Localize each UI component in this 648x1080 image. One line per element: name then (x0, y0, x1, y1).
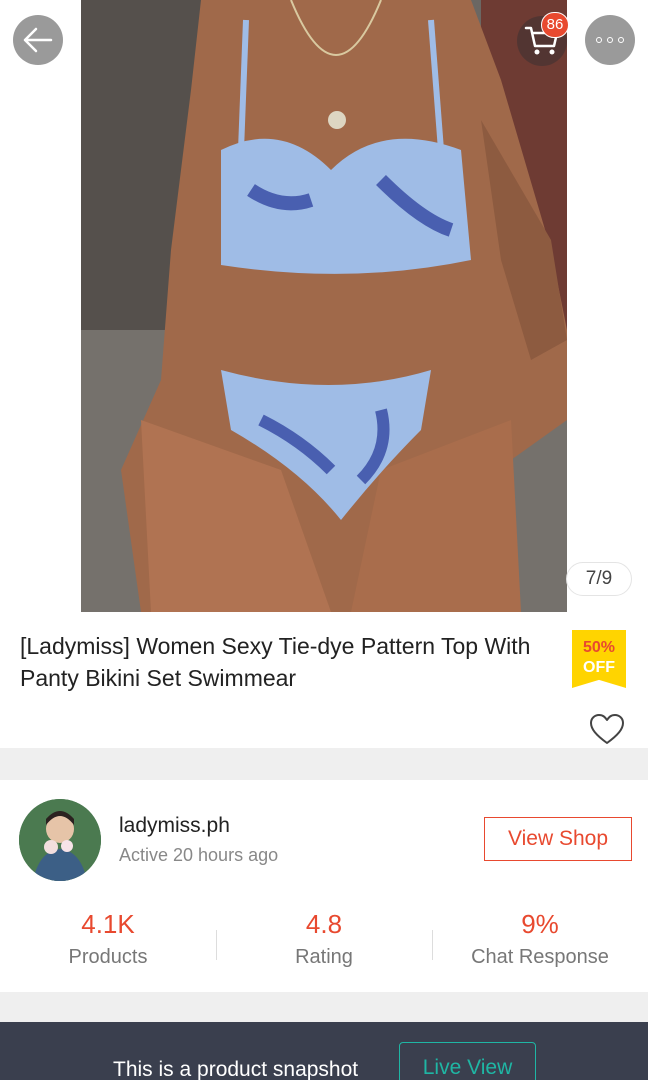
image-counter: 7/9 (566, 562, 632, 596)
product-image-gallery[interactable]: 86 7/9 (0, 0, 648, 612)
shop-avatar-image (19, 799, 101, 881)
stat-value: 9% (521, 909, 559, 939)
stat-label: Products (68, 946, 148, 968)
section-divider (0, 748, 648, 780)
stat-value: 4.8 (305, 909, 343, 939)
shop-name[interactable]: ladymiss.ph (119, 814, 230, 838)
stat-value: 4.1K (81, 909, 135, 939)
shop-section: ladymiss.ph Active 20 hours ago View Sho… (0, 780, 648, 992)
arrow-left-icon (23, 27, 53, 53)
product-title-section: [Ladymiss] Women Sexy Tie-dye Pattern To… (0, 612, 648, 748)
shop-avatar[interactable] (19, 799, 101, 881)
discount-badge: 50% OFF (572, 630, 626, 688)
more-dots-icon (596, 37, 624, 43)
stat-products: 4.1K Products (0, 908, 216, 978)
product-photo-illustration (81, 0, 567, 612)
stat-divider (216, 930, 217, 960)
stat-divider (432, 930, 433, 960)
favorite-button[interactable] (588, 712, 626, 746)
back-button[interactable] (13, 15, 63, 65)
stat-chat-response: 9% Chat Response (432, 908, 648, 978)
shop-stats: 4.1K Products 4.8 Rating 9% Chat Respons… (0, 908, 648, 978)
stat-label: Rating (295, 946, 353, 968)
section-divider (0, 992, 648, 1022)
product-title: [Ladymiss] Women Sexy Tie-dye Pattern To… (20, 633, 531, 691)
view-shop-button[interactable]: View Shop (484, 817, 632, 861)
product-photo[interactable] (81, 0, 567, 612)
cart-count-badge: 86 (541, 12, 569, 38)
snapshot-notice: This is a product snapshot (113, 1058, 359, 1080)
stat-label: Chat Response (471, 946, 609, 968)
snapshot-bar: This is a product snapshot Live View (0, 1022, 648, 1080)
more-options-button[interactable] (585, 15, 635, 65)
live-view-button[interactable]: Live View (399, 1042, 536, 1080)
discount-off-label: OFF (583, 659, 615, 676)
discount-percent: 50% (582, 639, 616, 656)
shop-active-status: Active 20 hours ago (119, 845, 279, 865)
stat-rating: 4.8 Rating (216, 908, 432, 978)
heart-outline-icon (590, 714, 624, 744)
